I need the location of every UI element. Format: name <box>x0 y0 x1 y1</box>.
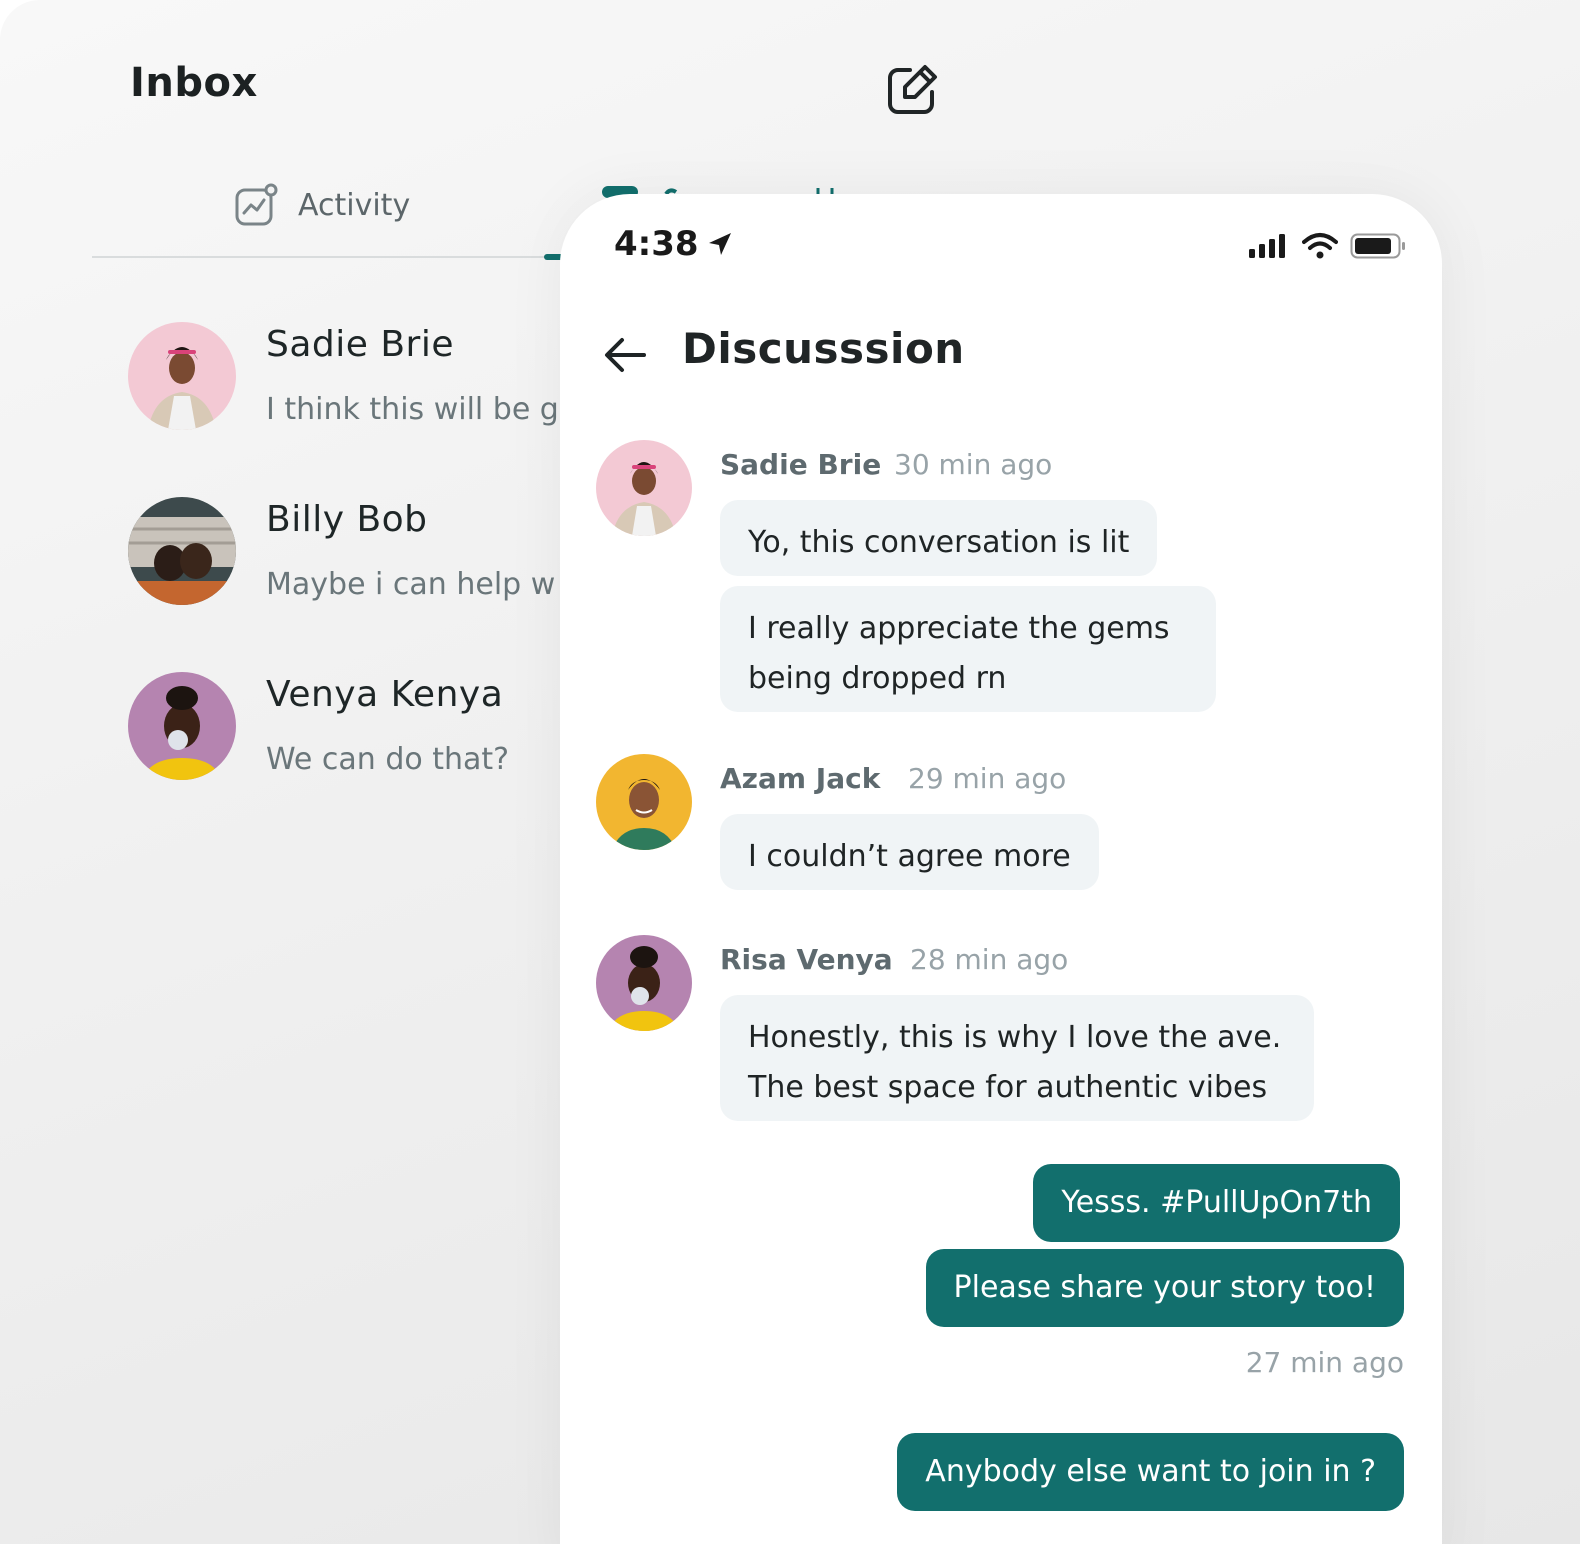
compose-button[interactable] <box>884 60 942 118</box>
avatar[interactable] <box>596 440 692 536</box>
signal-icon <box>1249 234 1285 258</box>
conversation-name: Sadie Brie <box>266 324 455 365</box>
app-stage: Inbox Activity Sadie Brie I think this w… <box>0 0 1580 1544</box>
message-author: Sadie Brie <box>720 448 882 481</box>
message-group: Sadie Brie 30 min ago Yo, this conversat… <box>596 440 1416 720</box>
message-bubble: Honestly, this is why I love the ave. Th… <box>720 995 1314 1121</box>
message-group: Azam Jack 29 min ago I couldn’t agree mo… <box>596 754 1416 894</box>
message-bubble: I couldn’t agree more <box>720 814 1099 890</box>
conversation-preview: We can do that? <box>266 742 510 777</box>
status-time-text: 4:38 <box>614 224 699 264</box>
avatar <box>128 672 236 780</box>
conversation-list: Sadie Brie I think this will be g Billy … <box>0 0 562 1544</box>
conversation-name: Billy Bob <box>266 499 428 540</box>
discussion-screen: 4:38 Discusssion Sadie Brie 30 min ago Y… <box>560 194 1442 1544</box>
message-time: 28 min ago <box>910 943 1069 976</box>
back-button[interactable] <box>600 330 650 380</box>
list-item[interactable]: Sadie Brie I think this will be g <box>128 322 562 432</box>
list-item[interactable]: Billy Bob Maybe i can help w <box>128 497 562 607</box>
arrow-left-icon <box>605 338 646 372</box>
conversation-preview: Maybe i can help w <box>266 567 556 602</box>
message-bubble: I really appreciate the gems being dropp… <box>720 586 1216 712</box>
status-bar-time: 4:38 <box>614 224 735 264</box>
conversation-preview: I think this will be g <box>266 392 559 427</box>
page-title: Discusssion <box>682 324 965 373</box>
wifi-icon <box>1302 233 1338 259</box>
message-bubble: Yo, this conversation is lit <box>720 500 1158 576</box>
list-item[interactable]: Venya Kenya We can do that? <box>128 672 562 782</box>
conversation-name: Venya Kenya <box>266 674 504 715</box>
outgoing-message-bubble: Anybody else want to join in ? <box>897 1433 1404 1511</box>
message-author: Azam Jack <box>720 762 881 795</box>
outgoing-message-bubble: Yesss. #PullUpOn7th <box>1033 1164 1400 1242</box>
avatar[interactable] <box>596 935 692 1031</box>
message-time: 27 min ago <box>1245 1346 1404 1379</box>
location-arrow-icon <box>708 233 731 255</box>
outgoing-message-bubble: Please share your story too! <box>925 1249 1404 1327</box>
message-time: 30 min ago <box>894 448 1053 481</box>
compose-icon <box>888 65 937 114</box>
battery-icon <box>1350 233 1405 259</box>
avatar[interactable] <box>596 754 692 850</box>
avatar <box>128 322 236 430</box>
status-bar-icons <box>1248 232 1408 260</box>
message-time: 29 min ago <box>908 762 1067 795</box>
message-author: Risa Venya <box>720 943 893 976</box>
message-group: Risa Venya 28 min ago Honestly, this is … <box>596 935 1416 1135</box>
avatar <box>128 497 236 605</box>
